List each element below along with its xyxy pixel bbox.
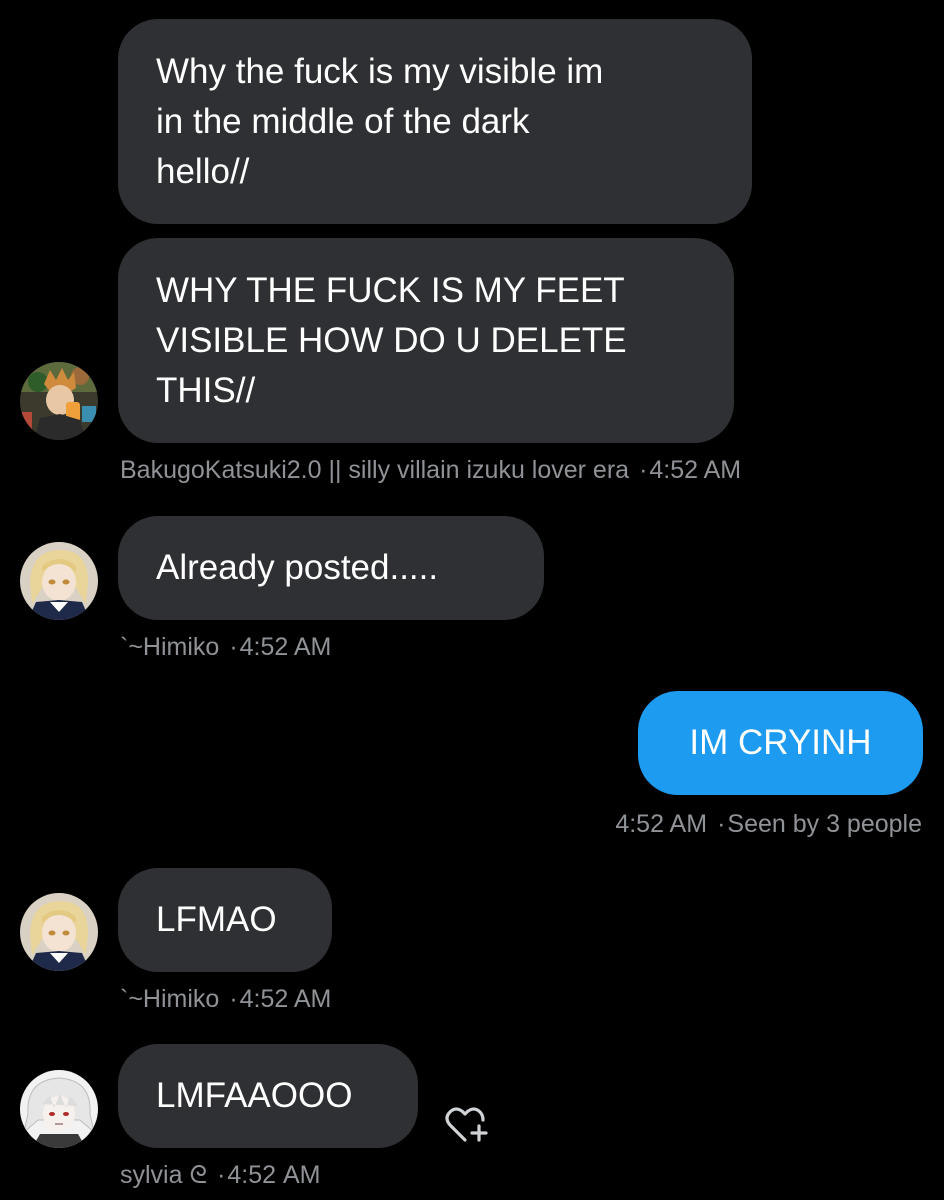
separator: · <box>717 810 726 838</box>
message-meta: `~Himiko ·4:52 AM <box>120 632 331 662</box>
bakugo-avatar-icon[interactable] <box>20 362 98 440</box>
message-bubble[interactable]: LMFAAOOO <box>118 1044 418 1148</box>
himiko-avatar-icon[interactable] <box>20 542 98 620</box>
message-text: THIS// <box>156 370 256 410</box>
timestamp: 4:52 AM <box>239 633 332 661</box>
message-text: Already posted..... <box>156 548 439 587</box>
message-text: Why the fuck is my visible im <box>156 51 604 91</box>
separator: · <box>229 633 238 661</box>
seen-status[interactable]: Seen by 3 people <box>727 810 922 838</box>
timestamp: 4:52 AM <box>239 985 332 1013</box>
message-meta: BakugoKatsuki2.0 || silly villain izuku … <box>120 455 741 485</box>
himiko-avatar-icon[interactable] <box>20 893 98 971</box>
timestamp: 4:52 AM <box>227 1161 321 1189</box>
heart-plus-icon[interactable] <box>441 1100 493 1152</box>
message-text: LFMAO <box>156 900 277 939</box>
message-bubble[interactable]: WHY THE FUCK IS MY FEET VISIBLE HOW DO U… <box>118 238 734 443</box>
timestamp: 4:52 AM <box>649 456 742 484</box>
separator: · <box>217 1161 226 1189</box>
message-bubble[interactable]: LFMAO <box>118 868 332 972</box>
timestamp: 4:52 AM <box>615 810 708 838</box>
sender-name[interactable]: `~Himiko <box>120 633 219 661</box>
message-text: in the middle of the dark <box>156 101 530 141</box>
message-bubble[interactable]: Already posted..... <box>118 516 544 620</box>
sender-name[interactable]: sylvia ᘓ <box>120 1161 207 1189</box>
separator: · <box>229 985 238 1013</box>
message-text: LMFAAOOO <box>156 1076 353 1115</box>
sender-name[interactable]: BakugoKatsuki2.0 || silly villain izuku … <box>120 456 629 484</box>
message-text: VISIBLE HOW DO U DELETE <box>156 320 627 360</box>
message-text: WHY THE FUCK IS MY FEET <box>156 270 625 310</box>
message-meta: sylvia ᘓ ·4:52 AM <box>120 1160 321 1190</box>
message-meta: `~Himiko ·4:52 AM <box>120 984 331 1014</box>
message-bubble-sent[interactable]: IM CRYINH <box>638 691 923 795</box>
message-text: hello// <box>156 151 250 191</box>
sender-name[interactable]: `~Himiko <box>120 985 219 1013</box>
separator: · <box>639 456 648 484</box>
message-meta: 4:52 AM ·Seen by 3 people <box>615 809 922 839</box>
sylvia-avatar-icon[interactable] <box>20 1070 98 1148</box>
message-bubble[interactable]: Why the fuck is my visible im in the mid… <box>118 19 752 224</box>
message-text: IM CRYINH <box>689 723 872 762</box>
